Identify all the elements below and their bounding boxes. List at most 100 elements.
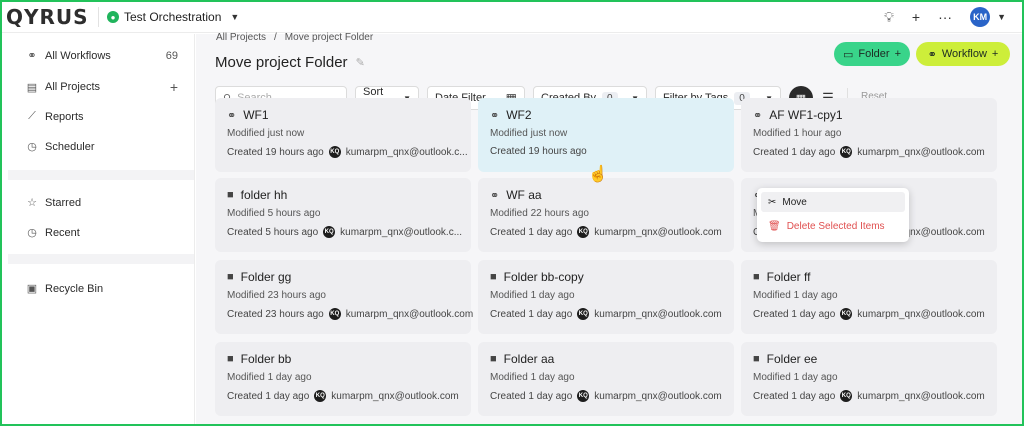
card-modified: Modified 1 day ago: [753, 372, 838, 383]
project-selector[interactable]: ● Test Orchestration ▼: [107, 10, 239, 24]
breadcrumb-all-projects[interactable]: All Projects: [216, 32, 266, 43]
card-title-text: Folder aa: [503, 352, 555, 366]
sidebar-item-label: Starred: [45, 196, 82, 209]
card-modified: Modified 1 day ago: [753, 290, 838, 301]
workflow-card[interactable]: ⚭ AF WF1-cpy1 Modified 1 hour ago Created 1…: [741, 98, 997, 172]
delete-menu-item[interactable]: 🗑︎ Delete Selected Items: [761, 216, 905, 236]
sidebar-item-label: Recycle Bin: [45, 282, 104, 295]
card-created-text: Created 1 day ago: [753, 308, 836, 320]
card-created-text: Created 1 day ago: [490, 390, 573, 402]
card-title-text: Folder ff: [766, 270, 811, 284]
edit-icon[interactable]: ✎: [356, 56, 365, 69]
card-user: kumarpm_qnx@outlook.com: [331, 390, 459, 402]
plus-icon[interactable]: +: [912, 9, 920, 25]
add-workflow-label: Workflow: [941, 48, 987, 60]
card-user: kumarpm_qnx@outlook.com: [594, 226, 722, 238]
card-title-text: Folder gg: [240, 270, 292, 284]
card-created: Created 1 day ago KQ kumarpm_qnx@outlook.c…: [490, 308, 722, 320]
folder-card[interactable]: ■ Folder gg Modified 23 hours ago Created 2…: [215, 260, 473, 334]
more-icon[interactable]: ···: [938, 9, 952, 25]
avatar: KQ: [577, 308, 590, 320]
card-title-text: WF aa: [506, 188, 542, 202]
avatar: KM: [970, 7, 991, 27]
card-title-text: Folder bb-copy: [503, 270, 584, 284]
sidebar-item-reports[interactable]: ⟋ Reports: [26, 110, 178, 123]
card-created-text: Created 23 hours ago: [227, 308, 324, 320]
card-modified: Modified 5 hours ago: [227, 208, 321, 219]
workflow-icon: ⚭: [227, 109, 237, 122]
sidebar-divider: [8, 170, 194, 180]
card-created: Created 1 day ago KQ kumarpm_qnx@outlook.c…: [227, 390, 459, 402]
card-created: Created 19 hours ago KQ kumarpm_qnx@outloo…: [227, 146, 468, 158]
chevron-down-icon: ▼: [997, 12, 1006, 22]
card-title: ■ folder hh: [227, 188, 287, 202]
sidebar-item-scheduler[interactable]: ◷ Scheduler: [26, 140, 178, 154]
sidebar-item-label: Recent: [45, 226, 80, 239]
recycle-bin-icon: ▣: [26, 283, 38, 295]
chart-icon: ⟋: [28, 110, 36, 122]
qyrus-logo[interactable]: QYRUS: [6, 5, 90, 29]
workflow-card[interactable]: ⚭ WF2 Modified just now Created 19 hours ag…: [478, 98, 734, 172]
card-modified: Modified 1 day ago: [227, 372, 312, 383]
card-title: ■ Folder aa: [490, 352, 554, 366]
sidebar-item-starred[interactable]: ☆ Starred: [26, 196, 178, 210]
workflow-icon: ⚭: [27, 50, 37, 62]
sidebar-divider: [8, 254, 194, 264]
trash-icon: 🗑︎: [768, 220, 781, 232]
breadcrumb-current: Move project Folder: [284, 32, 374, 43]
sidebar-item-recent[interactable]: ◷ Recent: [26, 226, 178, 240]
add-folder-button[interactable]: ▭ Folder +: [834, 42, 910, 66]
folder-card[interactable]: ■ Folder ee Modified 1 day ago Created 1 da…: [741, 342, 997, 416]
sidebar-item-label: All Projects: [45, 81, 101, 93]
hand-cursor-icon: ☝: [588, 166, 608, 183]
folder-icon: ■: [490, 353, 497, 365]
move-label: Move: [782, 196, 807, 208]
star-icon: ☆: [27, 197, 37, 209]
folder-icon: ■: [490, 271, 497, 283]
clock-icon: ◷: [27, 227, 37, 239]
bulb-icon[interactable]: 💡︎: [884, 9, 894, 26]
workflow-count: 69: [165, 49, 178, 62]
card-title: ⚭ AF WF1-cpy1: [753, 108, 843, 122]
card-created: Created 23 hours ago KQ kumarpm_qnx@outloo…: [227, 308, 473, 320]
avatar: KQ: [328, 308, 341, 320]
card-user: kumarpm_qnx@outlook.com: [857, 308, 985, 320]
folder-card[interactable]: ■ Folder bb-copy Modified 1 day ago Created…: [478, 260, 734, 334]
folder-card[interactable]: ■ Folder bb Modified 1 day ago Created 1 da…: [215, 342, 471, 416]
add-workflow-button[interactable]: ⚭ Workflow +: [916, 42, 1010, 66]
sidebar-item-recycle-bin[interactable]: ▣ Recycle Bin: [26, 282, 178, 296]
divider: [98, 7, 99, 27]
avatar: KQ: [323, 226, 336, 238]
folder-card[interactable]: ■ Folder aa Modified 1 day ago Created 1 da…: [478, 342, 734, 416]
folder-card[interactable]: ■ Folder ff Modified 1 day ago Created 1 da…: [741, 260, 997, 334]
workflow-card[interactable]: ⚭ WF aa Modified 22 hours ago Created 1 day…: [478, 178, 734, 252]
sidebar-item-all-workflows[interactable]: ⚭ All Workflows 69: [26, 49, 178, 63]
add-project-button[interactable]: +: [170, 79, 178, 95]
card-title: ■ Folder ee: [753, 352, 817, 366]
workflow-icon: ⚭: [490, 109, 500, 122]
context-menu: ✂ Move 🗑︎ Delete Selected Items: [757, 188, 909, 242]
sidebar-item-all-projects[interactable]: ▤ All Projects +: [26, 79, 178, 95]
card-title-text: Folder bb: [240, 352, 292, 366]
avatar: KQ: [328, 146, 341, 158]
avatar: KQ: [840, 308, 853, 320]
card-user: kumarpm_qnx@outlook.com: [594, 390, 722, 402]
card-modified: Modified 22 hours ago: [490, 208, 589, 219]
workflow-card[interactable]: ⚭ WF1 Modified just now Created 19 hours ag…: [215, 98, 471, 172]
card-created-text: Created 19 hours ago: [490, 146, 587, 157]
card-title: ■ Folder bb-copy: [490, 270, 584, 284]
folder-icon: ■: [227, 271, 234, 283]
sidebar: ⚭ All Workflows 69 ▤ All Projects + ⟋ Re…: [2, 34, 195, 424]
card-created: Created 19 hours ago: [490, 146, 587, 157]
move-menu-item[interactable]: ✂ Move: [761, 192, 905, 212]
card-user: kumarpm_qnx@outlook.com: [857, 390, 985, 402]
card-user: kumarpm_qnx@outlook.c...: [340, 226, 463, 238]
folder-card[interactable]: ■ folder hh Modified 5 hours ago Created 5 …: [215, 178, 471, 252]
card-modified: Modified just now: [227, 128, 305, 139]
page-title-text: Move project Folder: [215, 54, 348, 71]
user-menu[interactable]: KM ▼: [970, 7, 1006, 27]
avatar: KQ: [577, 226, 590, 238]
card-title: ■ Folder ff: [753, 270, 810, 284]
card-created-text: Created 1 day ago: [227, 390, 310, 402]
avatar: KQ: [314, 390, 327, 402]
